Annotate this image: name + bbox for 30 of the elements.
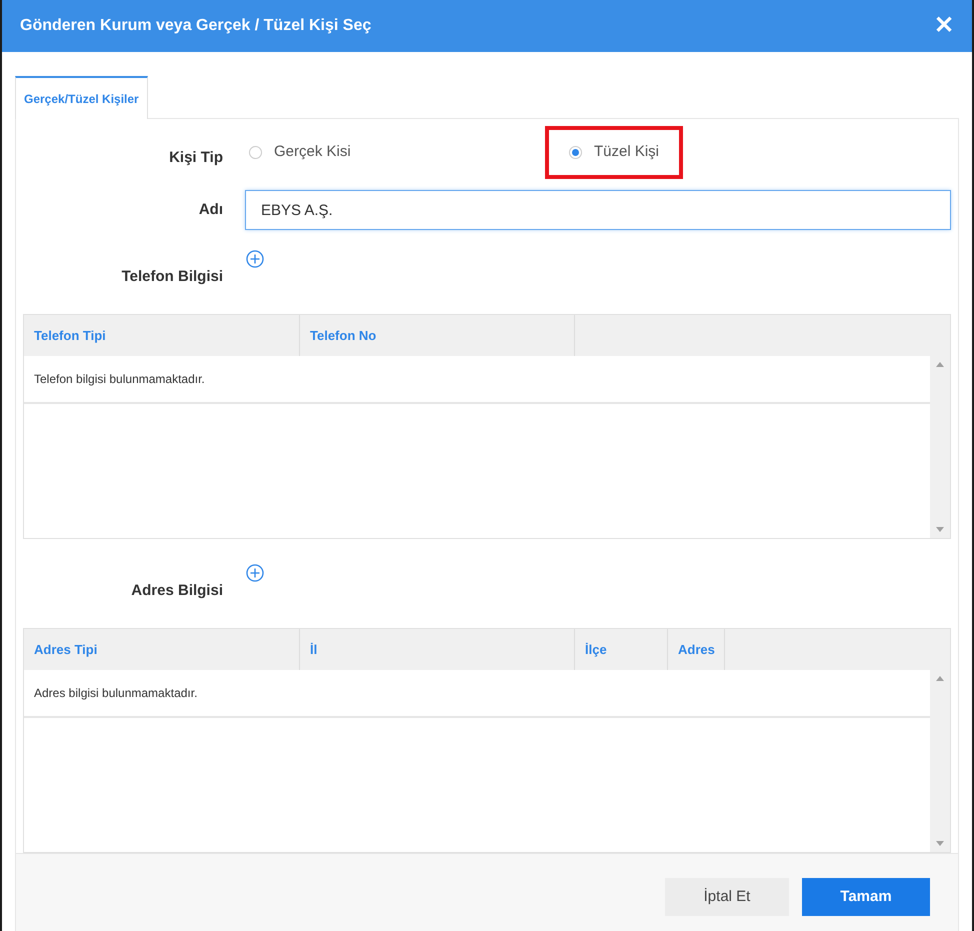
- add-icon[interactable]: [246, 250, 264, 268]
- column-header[interactable]: İl: [300, 629, 575, 670]
- scroll-up-icon[interactable]: [936, 362, 944, 367]
- scrollbar[interactable]: [930, 670, 950, 852]
- field-label: Adı: [198, 200, 224, 220]
- radio-button[interactable]: [569, 146, 582, 158]
- field-label: Kişi Tip: [168, 148, 224, 168]
- add-icon[interactable]: [246, 564, 264, 582]
- window-title: Gönderen Kurum veya Gerçek / Tüzel Kişi Seç: [20, 16, 372, 36]
- cancel-button[interactable]: İptal Et: [665, 878, 789, 916]
- section-title: Telefon Bilgisi: [120, 267, 224, 287]
- name-field[interactable]: EBYS A.Ş.: [245, 190, 951, 230]
- tab[interactable]: Gerçek/Tüzel Kişiler: [15, 76, 148, 119]
- empty-message: Adres bilgisi bulunmamaktadır.: [34, 685, 198, 702]
- scroll-up-icon[interactable]: [936, 676, 944, 681]
- radio-option[interactable]: Tüzel Kişi: [545, 126, 684, 178]
- column-header[interactable]: Telefon Tipi: [24, 315, 300, 356]
- scroll-down-icon[interactable]: [936, 841, 944, 846]
- radio-option[interactable]: Gerçek Kisi: [245, 126, 355, 178]
- radio-button[interactable]: [249, 146, 262, 158]
- section-title: Adres Bilgisi: [130, 581, 224, 601]
- scrollbar[interactable]: [930, 356, 950, 538]
- column-header[interactable]: Adres: [668, 629, 725, 670]
- ok-button[interactable]: Tamam: [802, 878, 930, 916]
- close-button[interactable]: ✕: [934, 14, 954, 38]
- empty-message: Telefon bilgisi bulunmamaktadır.: [34, 371, 205, 388]
- column-header[interactable]: İlçe: [575, 629, 668, 670]
- column-header[interactable]: Adres Tipi: [24, 629, 300, 670]
- column-header[interactable]: Telefon No: [300, 315, 575, 356]
- scroll-down-icon[interactable]: [936, 527, 944, 532]
